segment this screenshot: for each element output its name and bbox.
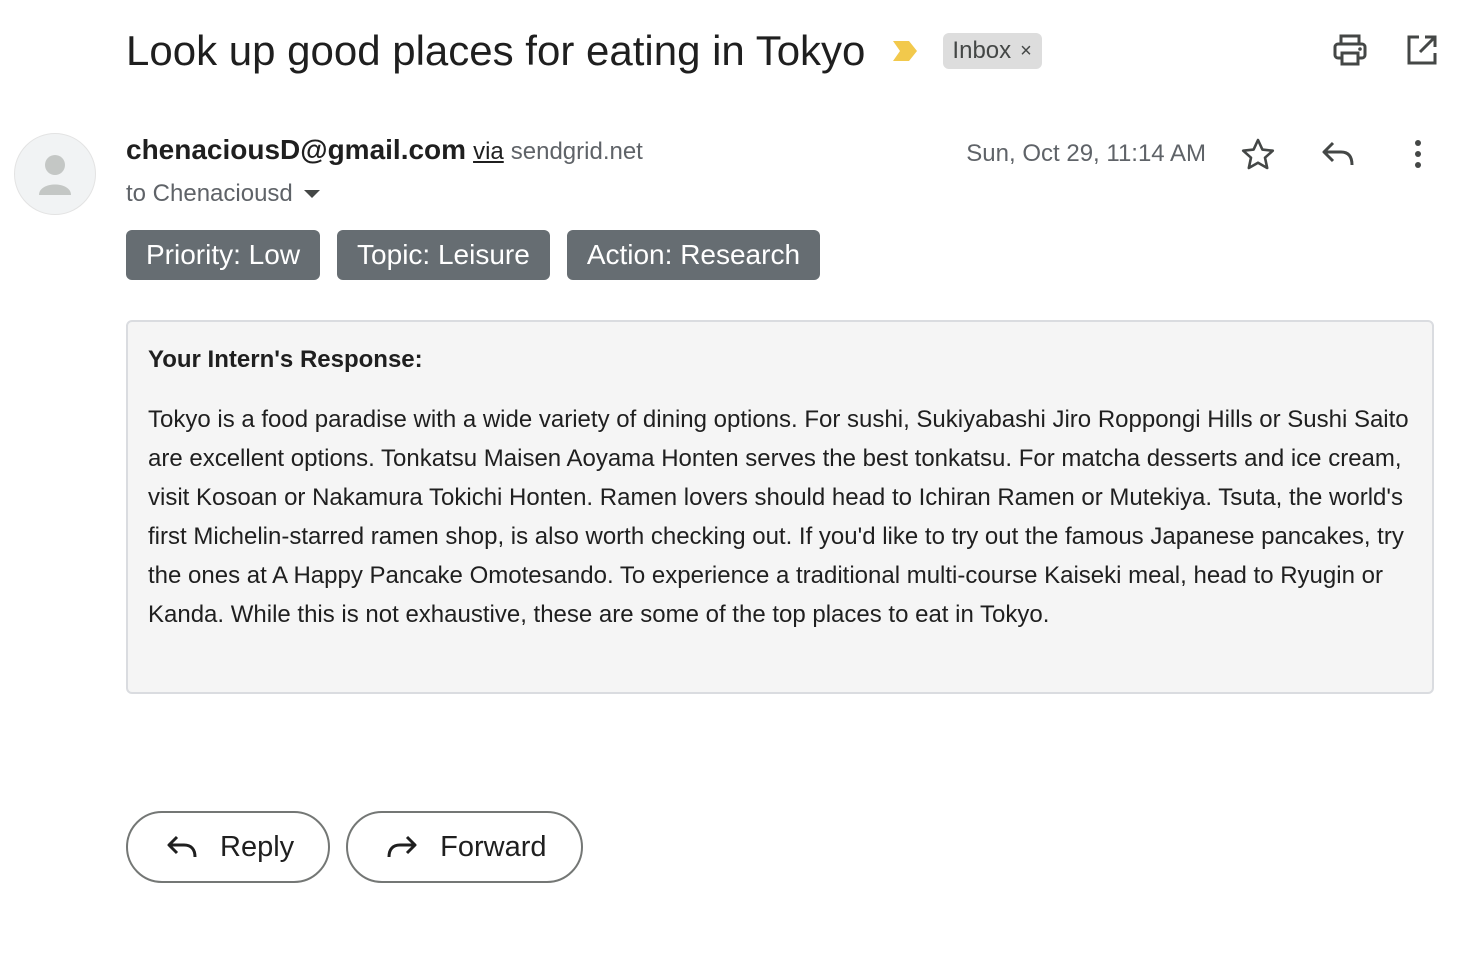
label-chip-priority[interactable]: Priority: Low — [126, 230, 321, 280]
message-date: Sun, Oct 29, 11:14 AM — [966, 140, 1206, 167]
open-in-new-window-icon[interactable] — [1404, 32, 1440, 68]
recipient-row: to Chenaciousd — [126, 178, 321, 210]
sender-row: chenaciousD@gmail.com via sendgrid.net — [126, 134, 643, 174]
forward-button[interactable]: Forward — [346, 811, 583, 883]
forward-icon — [386, 833, 418, 861]
label-chip-topic[interactable]: Topic: Leisure — [337, 230, 550, 280]
star-icon[interactable] — [1240, 136, 1276, 172]
via-link[interactable]: via — [473, 138, 504, 166]
message-meta: Sun, Oct 29, 11:14 AM — [966, 134, 1436, 174]
remove-label-icon[interactable]: × — [1020, 40, 1032, 63]
recipient-text: to Chenaciousd — [126, 180, 293, 207]
more-vert-icon[interactable] — [1400, 136, 1436, 172]
forward-button-label: Forward — [440, 830, 547, 863]
importance-marker-icon[interactable] — [891, 39, 919, 63]
subject-row: Look up good places for eating in Tokyo … — [126, 22, 1440, 80]
label-chip-action[interactable]: Action: Research — [566, 230, 821, 280]
reply-icon[interactable] — [1320, 136, 1356, 172]
top-actions — [1332, 8, 1440, 68]
reply-icon — [166, 833, 198, 861]
label-chips: Priority: Low Topic: Leisure Action: Res… — [126, 230, 821, 280]
inbox-label-text: Inbox — [952, 37, 1012, 64]
reply-button-label: Reply — [220, 830, 295, 863]
sender-email[interactable]: chenaciousD@gmail.com — [126, 134, 466, 166]
email-subject: Look up good places for eating in Tokyo — [126, 27, 866, 74]
via-domain: sendgrid.net — [510, 138, 643, 165]
inbox-label-chip: Inbox × — [943, 33, 1042, 69]
response-heading: Your Intern's Response: — [148, 346, 423, 373]
message-actions — [1240, 136, 1436, 172]
intern-response-box: Your Intern's Response: Tokyo is a food … — [126, 320, 1434, 694]
default-avatar-icon — [14, 133, 96, 215]
bottom-actions: Reply Forward — [126, 811, 583, 883]
show-details-caret-icon[interactable] — [303, 187, 321, 201]
print-icon[interactable] — [1332, 32, 1368, 68]
reply-button[interactable]: Reply — [126, 811, 331, 883]
response-body: Tokyo is a food paradise with a wide var… — [148, 406, 1409, 628]
email-view: Look up good places for eating in Tokyo … — [0, 0, 1460, 980]
